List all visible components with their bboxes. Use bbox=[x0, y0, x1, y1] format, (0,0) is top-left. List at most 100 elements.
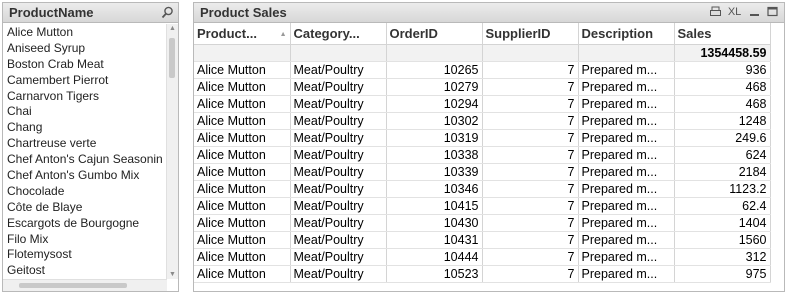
cell-orderid: 10265 bbox=[386, 61, 483, 79]
list-item[interactable]: Camembert Pierrot bbox=[3, 72, 167, 88]
list-item[interactable]: Chef Anton's Cajun Seasonin bbox=[3, 151, 167, 167]
table-row[interactable]: Alice Mutton Meat/Poultry 10279 7 Prepared m… bbox=[194, 78, 771, 96]
list-item[interactable]: Flotemysost bbox=[3, 246, 167, 262]
cell-category: Meat/Poultry bbox=[290, 112, 387, 130]
cell-product: Alice Mutton bbox=[194, 180, 291, 198]
cell-sales: 936 bbox=[674, 61, 771, 79]
cell-description: Prepared m... bbox=[578, 129, 675, 147]
cell-sales: 468 bbox=[674, 95, 771, 113]
table-row[interactable]: Alice Mutton Meat/Poultry 10338 7 Prepared m… bbox=[194, 146, 771, 164]
list-item[interactable]: Chocolade bbox=[3, 183, 167, 199]
table-row[interactable]: Alice Mutton Meat/Poultry 10430 7 Prepared m… bbox=[194, 214, 771, 232]
list-item[interactable]: Chang bbox=[3, 119, 167, 135]
maximize-icon[interactable] bbox=[767, 6, 778, 21]
scroll-down-icon[interactable]: ▼ bbox=[169, 271, 176, 278]
table-row[interactable]: Alice Mutton Meat/Poultry 10346 7 Prepared m… bbox=[194, 180, 771, 198]
cell-description: Prepared m... bbox=[578, 112, 675, 130]
product-name-listbox[interactable]: ProductName Alice Mutton Aniseed Syrup Bos… bbox=[2, 2, 179, 292]
column-header-supplierid[interactable]: SupplierID bbox=[482, 23, 579, 45]
print-icon[interactable] bbox=[709, 6, 721, 21]
cell-product: Alice Mutton bbox=[194, 214, 291, 232]
cell-description: Prepared m... bbox=[578, 146, 675, 164]
cell-supplierid: 7 bbox=[482, 265, 579, 283]
list-item[interactable]: Boston Crab Meat bbox=[3, 56, 167, 72]
list-item[interactable]: Aniseed Syrup bbox=[3, 40, 167, 56]
cell-orderid: 10294 bbox=[386, 95, 483, 113]
table-row[interactable]: Alice Mutton Meat/Poultry 10415 7 Prepared m… bbox=[194, 197, 771, 215]
table-row[interactable]: Alice Mutton Meat/Poultry 10444 7 Prepared m… bbox=[194, 248, 771, 266]
cell-supplierid: 7 bbox=[482, 163, 579, 181]
cell-product: Alice Mutton bbox=[194, 163, 291, 181]
column-header-description[interactable]: Description bbox=[578, 23, 675, 45]
cell-sales: 249.6 bbox=[674, 129, 771, 147]
scroll-up-icon[interactable]: ▲ bbox=[169, 25, 176, 32]
list-item[interactable]: Côte de Blaye bbox=[3, 199, 167, 215]
list-item[interactable]: Chartreuse verte bbox=[3, 135, 167, 151]
total-row: 1354458.59 bbox=[194, 44, 771, 62]
cell-orderid: 10338 bbox=[386, 146, 483, 164]
cell-supplierid: 7 bbox=[482, 214, 579, 232]
horizontal-scrollbar[interactable] bbox=[3, 279, 167, 291]
cell-supplierid: 7 bbox=[482, 61, 579, 79]
cell-product: Alice Mutton bbox=[194, 265, 291, 283]
cell-description: Prepared m... bbox=[578, 163, 675, 181]
cell-description: Prepared m... bbox=[578, 95, 675, 113]
list-item[interactable]: Escargots de Bourgogne bbox=[3, 215, 167, 231]
cell-supplierid: 7 bbox=[482, 95, 579, 113]
sort-icon: ▲ bbox=[279, 30, 287, 38]
list-item[interactable]: Chai bbox=[3, 103, 167, 119]
column-header-category[interactable]: Category... bbox=[290, 23, 387, 45]
cell-product: Alice Mutton bbox=[194, 197, 291, 215]
table-row[interactable]: Alice Mutton Meat/Poultry 10431 7 Prepared m… bbox=[194, 231, 771, 249]
list-item[interactable]: Carnarvon Tigers bbox=[3, 88, 167, 104]
cell-description: Prepared m... bbox=[578, 78, 675, 96]
cell-sales: 1404 bbox=[674, 214, 771, 232]
cell-sales: 312 bbox=[674, 248, 771, 266]
list-item[interactable]: Alice Mutton bbox=[3, 24, 167, 40]
table-title: Product Sales bbox=[200, 5, 287, 20]
scrollbar-thumb[interactable] bbox=[169, 38, 175, 78]
cell-category: Meat/Poultry bbox=[290, 95, 387, 113]
cell-sales: 975 bbox=[674, 265, 771, 283]
cell-product: Alice Mutton bbox=[194, 231, 291, 249]
table-row[interactable]: Alice Mutton Meat/Poultry 10319 7 Prepared m… bbox=[194, 129, 771, 147]
cell-category: Meat/Poultry bbox=[290, 78, 387, 96]
table-row[interactable]: Alice Mutton Meat/Poultry 10523 7 Prepared m… bbox=[194, 265, 771, 283]
cell-supplierid: 7 bbox=[482, 146, 579, 164]
list-item[interactable]: Filo Mix bbox=[3, 231, 167, 247]
cell-orderid: 10302 bbox=[386, 112, 483, 130]
minimize-icon[interactable] bbox=[749, 6, 760, 21]
column-header-orderid[interactable]: OrderID bbox=[386, 23, 483, 45]
column-header-sales[interactable]: Sales bbox=[674, 23, 771, 45]
scrollbar-thumb[interactable] bbox=[19, 283, 127, 288]
table-row[interactable]: Alice Mutton Meat/Poultry 10294 7 Prepared m… bbox=[194, 95, 771, 113]
send-to-excel-icon[interactable]: XL bbox=[728, 6, 741, 19]
cell-category: Meat/Poultry bbox=[290, 129, 387, 147]
cell-description: Prepared m... bbox=[578, 214, 675, 232]
header-row: Product... ▲ Category... OrderID Supplier… bbox=[194, 23, 771, 45]
cell-supplierid: 7 bbox=[482, 231, 579, 249]
cell-product: Alice Mutton bbox=[194, 146, 291, 164]
table-row[interactable]: Alice Mutton Meat/Poultry 10339 7 Prepared m… bbox=[194, 163, 771, 181]
cell-category: Meat/Poultry bbox=[290, 214, 387, 232]
search-icon[interactable] bbox=[161, 6, 174, 19]
list-item[interactable]: Geitost bbox=[3, 262, 167, 278]
cell-orderid: 10319 bbox=[386, 129, 483, 147]
table-row[interactable]: Alice Mutton Meat/Poultry 10302 7 Prepared m… bbox=[194, 112, 771, 130]
cell-category: Meat/Poultry bbox=[290, 61, 387, 79]
column-header-product[interactable]: Product... ▲ bbox=[194, 23, 291, 45]
cell-category: Meat/Poultry bbox=[290, 248, 387, 266]
vertical-scrollbar[interactable]: ▲ ▼ bbox=[166, 24, 178, 279]
cell-description: Prepared m... bbox=[578, 197, 675, 215]
cell-sales: 1123.2 bbox=[674, 180, 771, 198]
table-row[interactable]: Alice Mutton Meat/Poultry 10265 7 Prepared m… bbox=[194, 61, 771, 79]
cell-orderid: 10415 bbox=[386, 197, 483, 215]
sales-table: Product... ▲ Category... OrderID Supplier… bbox=[194, 23, 771, 283]
cell-sales: 62.4 bbox=[674, 197, 771, 215]
product-sales-table-box: Product Sales XL Product... ▲ Category..… bbox=[193, 2, 785, 292]
cell-product: Alice Mutton bbox=[194, 61, 291, 79]
list-item[interactable]: Chef Anton's Gumbo Mix bbox=[3, 167, 167, 183]
cell-sales: 624 bbox=[674, 146, 771, 164]
cell-product: Alice Mutton bbox=[194, 95, 291, 113]
cell-product: Alice Mutton bbox=[194, 112, 291, 130]
